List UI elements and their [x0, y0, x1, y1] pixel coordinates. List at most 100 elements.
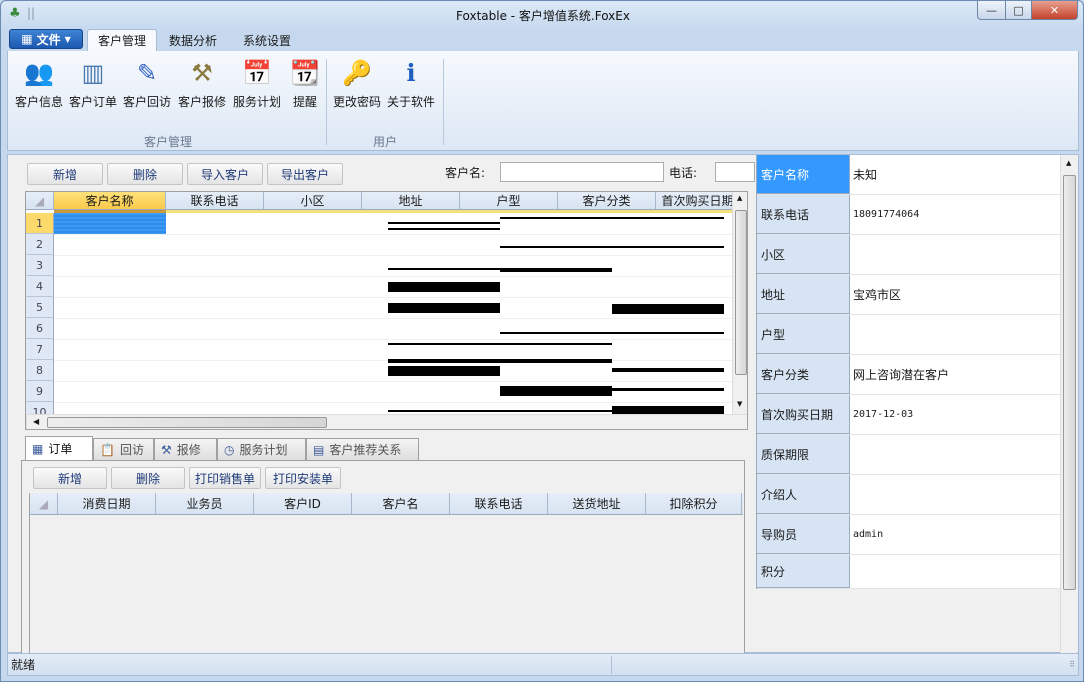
property-row[interactable]: 客户分类 网上咨询潜在客户 — [757, 355, 1061, 395]
resize-grip-icon[interactable]: ⠿ — [1069, 660, 1075, 669]
property-row[interactable]: 积分 — [757, 555, 1061, 589]
row-number[interactable]: 5 — [26, 297, 54, 318]
property-row[interactable]: 质保期限 — [757, 435, 1061, 475]
selected-cell[interactable] — [54, 213, 166, 234]
ribbon-button-0-5[interactable]: 📆 提醒 — [278, 57, 332, 110]
property-row[interactable]: 客户名称 未知 — [757, 155, 1061, 195]
column-header[interactable]: 送货地址 — [548, 493, 646, 514]
delete-order-button[interactable]: 删除 — [111, 467, 185, 489]
file-menu-button[interactable]: ▦ 文件 ▼ — [9, 29, 83, 49]
column-header[interactable]: 小区 — [264, 192, 362, 209]
property-value[interactable] — [850, 235, 1061, 274]
detail-tab-4[interactable]: ▤ 客户推荐关系 — [306, 438, 419, 460]
detail-tab-3[interactable]: ◷ 服务计划 — [217, 438, 306, 460]
column-header[interactable]: 首次购买日期 — [656, 192, 740, 209]
property-row[interactable]: 导购员 admin — [757, 515, 1061, 555]
hscroll-thumb[interactable] — [47, 417, 327, 428]
row-number[interactable]: 8 — [26, 360, 54, 381]
ribbon-button-0-2[interactable]: ✎ 客户回访 — [120, 57, 174, 110]
row-number[interactable]: 4 — [26, 276, 54, 297]
property-value[interactable]: 未知 — [850, 155, 1061, 194]
detail-tab-1[interactable]: 📋 回访 — [93, 438, 154, 460]
property-value[interactable] — [850, 435, 1061, 474]
property-value[interactable]: 网上咨询潜在客户 — [850, 355, 1061, 394]
select-all-corner[interactable]: ◢ — [30, 493, 58, 514]
scroll-thumb[interactable] — [1063, 175, 1076, 590]
phone-input[interactable] — [715, 162, 755, 182]
print-install-order-button[interactable]: 打印安装单 — [265, 467, 341, 489]
close-button[interactable]: ✕ — [1031, 1, 1078, 20]
column-header[interactable]: 扣除积分 — [646, 493, 742, 514]
property-value[interactable]: admin — [850, 515, 1061, 554]
column-header[interactable]: 业务员 — [156, 493, 254, 514]
property-value[interactable]: 宝鸡市区 — [850, 275, 1061, 314]
minimize-button[interactable]: — — [977, 1, 1006, 20]
detail-tab-2[interactable]: ⚒ 报修 — [154, 438, 217, 460]
table-row[interactable] — [54, 402, 732, 403]
scroll-up-icon[interactable]: ▲ — [1066, 159, 1071, 167]
customer-grid-hscroll[interactable]: ◀ — [26, 414, 747, 429]
scroll-down-icon[interactable]: ▼ — [737, 400, 742, 408]
column-header[interactable]: 地址 — [362, 192, 460, 209]
delete-customer-button[interactable]: 删除 — [107, 163, 183, 185]
scroll-up-icon[interactable]: ▲ — [737, 194, 742, 202]
ribbon-button-1-1[interactable]: ℹ 关于软件 — [384, 57, 438, 110]
customer-name-input[interactable] — [500, 162, 664, 182]
orders-grid[interactable]: ◢ 消费日期 业务员 客户ID 客户名 联系电话 送货地址 扣除积分 — [29, 493, 743, 653]
row-number[interactable]: 6 — [26, 318, 54, 339]
print-sales-order-button[interactable]: 打印销售单 — [189, 467, 261, 489]
ribbon-tab-data-analysis[interactable]: 数据分析 — [159, 29, 227, 51]
ribbon-button-1-0[interactable]: 🔑 更改密码 — [330, 57, 384, 110]
property-value[interactable]: 2017-12-03 — [850, 395, 1061, 434]
row-number[interactable]: 1 — [26, 213, 54, 234]
column-header[interactable]: 联系电话 — [166, 192, 264, 209]
row-number[interactable]: 9 — [26, 381, 54, 402]
ribbon-tab-customer-management[interactable]: 客户管理 — [87, 29, 158, 51]
property-row[interactable]: 介绍人 — [757, 475, 1061, 515]
detail-tab-0[interactable]: ▦ 订单 — [25, 436, 93, 460]
table-row[interactable] — [54, 297, 732, 298]
property-value[interactable] — [850, 315, 1061, 354]
property-value[interactable] — [850, 555, 1061, 588]
table-row[interactable] — [54, 234, 732, 235]
scroll-left-icon[interactable]: ◀ — [33, 417, 39, 426]
row-number[interactable]: 7 — [26, 339, 54, 360]
export-customers-button[interactable]: 导出客户 — [267, 163, 343, 185]
table-row[interactable] — [54, 381, 732, 382]
property-value[interactable] — [850, 475, 1061, 514]
column-header[interactable]: 客户名称 — [54, 192, 166, 209]
table-row[interactable] — [54, 339, 732, 340]
table-row[interactable] — [54, 255, 732, 256]
row-number[interactable]: 3 — [26, 255, 54, 276]
ribbon-button-0-4[interactable]: 📅 服务计划 — [230, 57, 284, 110]
ribbon-tab-system-settings[interactable]: 系统设置 — [233, 29, 301, 51]
property-row[interactable]: 小区 — [757, 235, 1061, 275]
customer-grid[interactable]: ◢ 客户名称 联系电话 小区 地址 户型 客户分类 首次购买日期 1 2 3 4 5 6 7 8 9 10 ▲… — [25, 191, 748, 430]
import-customers-button[interactable]: 导入客户 — [187, 163, 263, 185]
property-row[interactable]: 地址 宝鸡市区 — [757, 275, 1061, 315]
property-row[interactable]: 首次购买日期 2017-12-03 — [757, 395, 1061, 435]
row-number[interactable]: 2 — [26, 234, 54, 255]
property-value[interactable]: 18091774064 — [850, 195, 1061, 234]
property-row[interactable]: 联系电话 18091774064 — [757, 195, 1061, 235]
column-header[interactable]: 户型 — [460, 192, 558, 209]
ribbon-button-0-1[interactable]: ▥ 客户订单 — [66, 57, 120, 110]
add-customer-button[interactable]: 新增 — [27, 163, 103, 185]
customer-grid-vscroll[interactable]: ▲ ▼ — [732, 192, 747, 414]
scroll-thumb[interactable] — [735, 210, 747, 375]
render-artifact — [500, 386, 612, 396]
maximize-button[interactable]: □ — [1005, 1, 1032, 20]
column-header[interactable]: 联系电话 — [450, 493, 548, 514]
column-header[interactable]: 客户ID — [254, 493, 352, 514]
ribbon-button-0-0[interactable]: 👥 客户信息 — [12, 57, 66, 110]
table-row[interactable] — [54, 318, 732, 319]
add-order-button[interactable]: 新增 — [33, 467, 107, 489]
column-header[interactable]: 客户名 — [352, 493, 450, 514]
column-header[interactable]: 消费日期 — [58, 493, 156, 514]
select-all-corner[interactable]: ◢ — [26, 192, 54, 209]
property-panel-vscroll[interactable]: ▲ — [1060, 155, 1077, 653]
column-header[interactable]: 客户分类 — [558, 192, 656, 209]
property-row[interactable]: 户型 — [757, 315, 1061, 355]
ribbon-button-0-3[interactable]: ⚒ 客户报修 — [175, 57, 229, 110]
table-row[interactable] — [54, 276, 732, 277]
